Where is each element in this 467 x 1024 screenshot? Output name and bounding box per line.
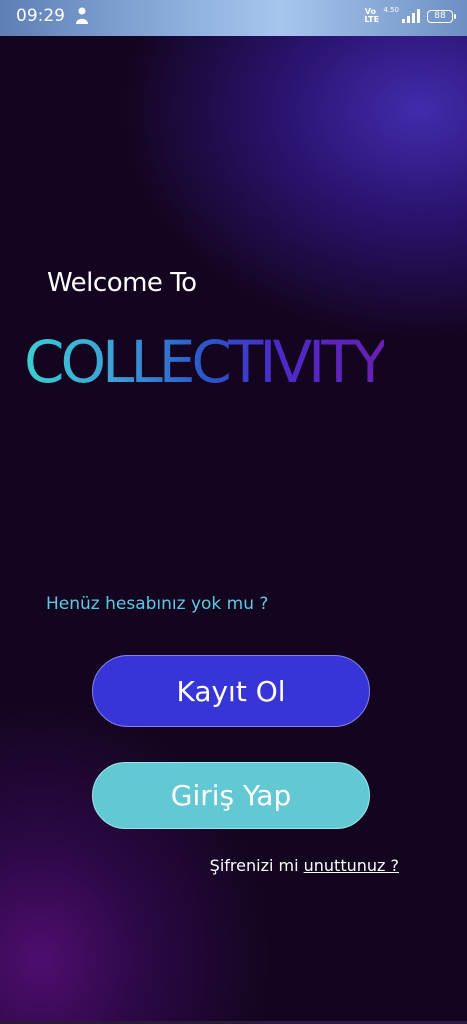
forgot-password-link[interactable]: unuttunuz ? [304, 856, 399, 875]
volte-icon: Vo LTE [364, 7, 380, 24]
welcome-screen: 09:29 Vo LTE 4.50 88 Welcome To COLLECTI… [0, 0, 467, 1024]
person-notification-icon [76, 7, 88, 24]
signal-icon [402, 9, 420, 23]
register-button-label: Kayıt Ol [176, 674, 286, 708]
login-button-label: Giriş Yap [170, 779, 292, 812]
status-bar: 09:29 Vo LTE 4.50 88 [0, 0, 467, 36]
battery-level: 88 [434, 11, 446, 21]
welcome-heading: Welcome To [47, 268, 197, 298]
login-button[interactable]: Giriş Yap [92, 762, 370, 829]
no-account-prompt: Henüz hesabınız yok mu ? [46, 594, 269, 614]
network-speed: 4.50 [383, 6, 399, 14]
register-button[interactable]: Kayıt Ol [92, 655, 370, 727]
status-time: 09:29 [16, 6, 65, 26]
battery-icon: 88 [427, 9, 456, 23]
forgot-password: Şifrenizi mi unuttunuz ? [210, 856, 399, 875]
status-icons: Vo LTE 4.50 88 [364, 6, 456, 26]
app-logo-text: COLLECTIVITY [24, 328, 388, 396]
forgot-password-prefix: Şifrenizi mi [209, 856, 299, 875]
